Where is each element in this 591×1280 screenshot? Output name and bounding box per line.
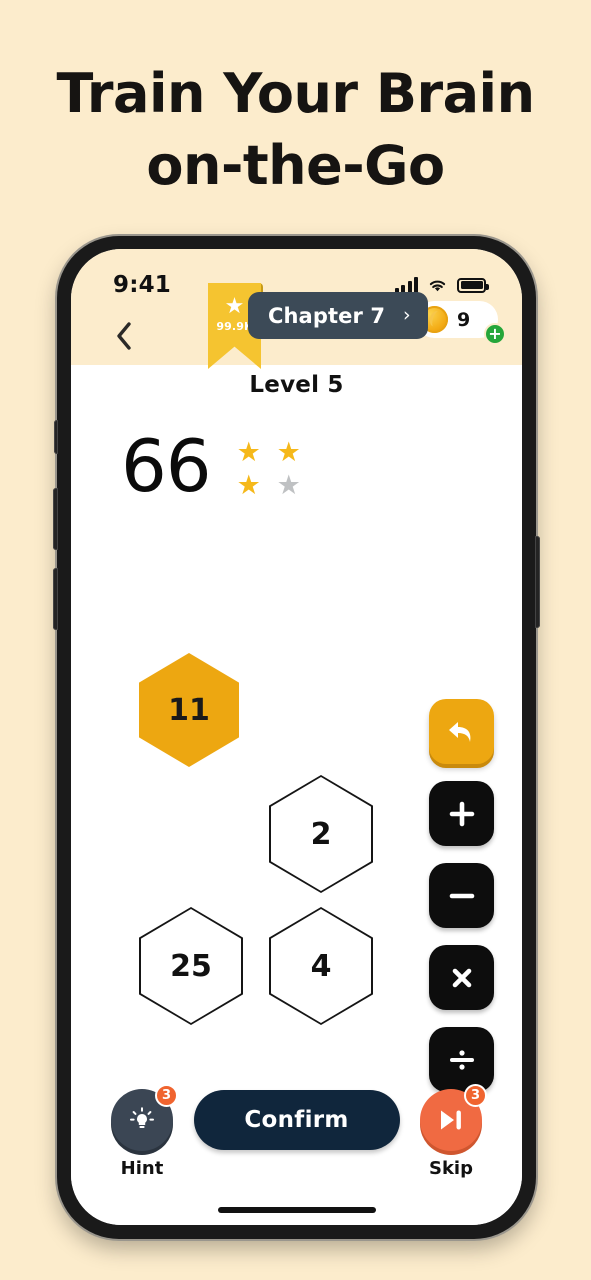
promo-headline-line2: on-the-Go: [146, 133, 445, 197]
chevron-right-icon: ›: [403, 304, 411, 326]
skip-label: Skip: [429, 1158, 473, 1179]
phone-mockup: 9:41 ★ 99.9K Chapter 7 › 9 + Level 5 66 …: [53, 236, 540, 1239]
silent-switch[interactable]: [54, 420, 58, 454]
wifi-icon: [429, 280, 446, 292]
star-icon-1: ★: [236, 437, 261, 468]
back-button[interactable]: [107, 317, 141, 355]
skip-action[interactable]: 3 Skip: [412, 1084, 490, 1179]
promo-screenshot: Train Your Brain on-the-Go 9:41 ★ 99.9K …: [0, 0, 591, 1280]
coin-value: 9: [457, 308, 471, 331]
star-rating: ★ ★ ★ ★: [237, 439, 309, 499]
skip-count-badge: 3: [463, 1084, 487, 1107]
star-icon-4: ★: [276, 470, 301, 501]
game-board: Level 5 66 ★ ★ ★ ★ 11 2 25 4 3 Hint Conf…: [71, 365, 522, 1225]
skip-forward-icon: [441, 1110, 461, 1130]
target-number: 66: [121, 424, 212, 508]
undo-icon: [448, 721, 470, 742]
skip-button[interactable]: 3: [420, 1084, 487, 1151]
subtract-button[interactable]: [429, 863, 494, 928]
chapter-label: Chapter 7: [268, 303, 386, 328]
status-bar-time: 9:41: [113, 272, 172, 298]
volume-up-button[interactable]: [53, 488, 58, 550]
chapter-selector[interactable]: Chapter 7 ›: [248, 292, 428, 339]
status-bar-icons: [394, 277, 489, 293]
phone-screen: 9:41 ★ 99.9K Chapter 7 › 9 + Level 5 66 …: [71, 249, 522, 1225]
cellular-signal-icon: [394, 277, 418, 293]
number-tile-value: 25: [141, 909, 241, 1023]
star-icon-3: ★: [236, 470, 261, 501]
number-tile-value: 4: [271, 909, 371, 1023]
minus-icon: [449, 893, 474, 898]
number-tile-11[interactable]: 11: [139, 653, 239, 767]
action-bar: 3 Hint Confirm 3 Skip: [71, 1084, 522, 1179]
confirm-button[interactable]: Confirm: [193, 1090, 400, 1150]
confirm-label: Confirm: [244, 1107, 349, 1133]
undo-button[interactable]: [429, 699, 494, 764]
plus-icon: [449, 801, 474, 826]
star-icon-2: ★: [276, 437, 301, 468]
hint-count-badge: 3: [154, 1084, 178, 1107]
number-tile-value: 11: [168, 692, 210, 728]
promo-headline-line1: Train Your Brain: [56, 62, 535, 125]
level-label: Level 5: [249, 372, 344, 398]
number-tile-value: 2: [271, 777, 371, 891]
power-button[interactable]: [535, 536, 540, 628]
divide-button[interactable]: [429, 1027, 494, 1092]
volume-down-button[interactable]: [53, 568, 58, 630]
multiply-button[interactable]: [429, 945, 494, 1010]
star-icon: ★: [224, 294, 245, 319]
home-indicator[interactable]: [217, 1207, 376, 1213]
divide-icon: [449, 1049, 474, 1070]
battery-icon: [457, 277, 489, 293]
promo-headline: Train Your Brain on-the-Go: [0, 58, 591, 202]
operator-column: [429, 699, 494, 1092]
add-button[interactable]: [429, 781, 494, 846]
hint-label: Hint: [120, 1158, 164, 1179]
lightbulb-icon: [130, 1107, 154, 1128]
add-coins-button[interactable]: +: [484, 323, 506, 345]
game-header: ★ 99.9K Chapter 7 › 9 +: [71, 283, 522, 369]
target-row: 66 ★ ★ ★ ★: [71, 398, 522, 502]
hint-button[interactable]: 3: [111, 1084, 178, 1151]
multiply-icon: [452, 968, 471, 987]
hint-action[interactable]: 3 Hint: [103, 1084, 181, 1179]
chevron-left-icon: [117, 322, 131, 350]
